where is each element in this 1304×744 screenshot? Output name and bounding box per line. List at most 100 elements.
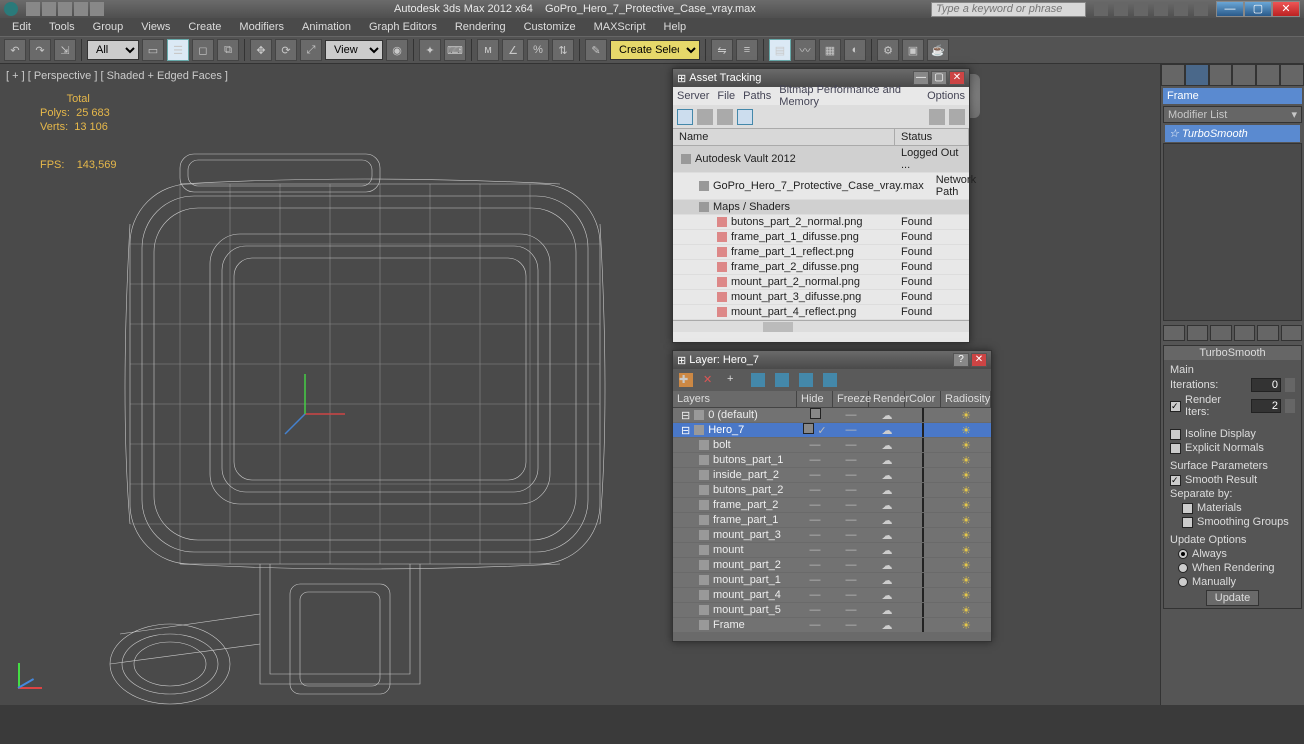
undo-button[interactable]: ↶ bbox=[4, 39, 26, 61]
command-panel-tabs[interactable] bbox=[1161, 64, 1304, 86]
asset-row[interactable]: frame_part_1_reflect.pngFound bbox=[673, 245, 969, 260]
layer-row[interactable]: mount_part_2——☁☀ bbox=[673, 558, 991, 573]
layer-row[interactable]: bolt——☁☀ bbox=[673, 438, 991, 453]
color-swatch[interactable] bbox=[922, 573, 924, 587]
render-iters-checkbox[interactable] bbox=[1170, 401, 1181, 412]
color-swatch[interactable] bbox=[922, 438, 924, 452]
render-setup-button[interactable]: ⚙ bbox=[877, 39, 899, 61]
color-swatch[interactable] bbox=[922, 603, 924, 617]
menu-animation[interactable]: Animation bbox=[294, 19, 359, 35]
color-swatch[interactable] bbox=[922, 483, 924, 497]
explicit-normals-checkbox[interactable] bbox=[1170, 443, 1181, 454]
color-swatch[interactable] bbox=[922, 423, 924, 437]
snap-toggle[interactable]: м bbox=[477, 39, 499, 61]
stack-tool-row[interactable] bbox=[1163, 325, 1302, 341]
minimize-button[interactable]: — bbox=[1216, 1, 1244, 17]
move-button[interactable]: ✥ bbox=[250, 39, 272, 61]
render-iters-spinner[interactable]: 2 bbox=[1251, 399, 1281, 413]
maximize-button[interactable]: ▢ bbox=[1244, 1, 1272, 17]
help-icon[interactable]: ? bbox=[953, 353, 969, 367]
edit-named-sel[interactable]: ✎ bbox=[585, 39, 607, 61]
layer-row[interactable]: butons_part_2——☁☀ bbox=[673, 483, 991, 498]
layer-manager-button[interactable]: ▤ bbox=[769, 39, 791, 61]
col-render[interactable]: Render bbox=[869, 391, 905, 407]
selection-filter[interactable]: All bbox=[87, 40, 139, 60]
at-menu-item[interactable]: Bitmap Performance and Memory bbox=[779, 84, 919, 108]
layer-row[interactable]: ⊟Hero_7 ✓—☁☀ bbox=[673, 423, 991, 438]
col-radiosity[interactable]: Radiosity bbox=[941, 391, 991, 407]
layer-row[interactable]: inside_part_2——☁☀ bbox=[673, 468, 991, 483]
rect-region-button[interactable]: ◻ bbox=[192, 39, 214, 61]
asset-row[interactable]: mount_part_3_difusse.pngFound bbox=[673, 290, 969, 305]
angle-snap[interactable]: ∠ bbox=[502, 39, 524, 61]
select-by-name-button[interactable]: ☰ bbox=[167, 39, 189, 61]
viewport-label[interactable]: [ + ] [ Perspective ] [ Shaded + Edged F… bbox=[6, 70, 228, 82]
asset-row[interactable]: mount_part_4_reflect.pngFound bbox=[673, 305, 969, 320]
window-crossing-button[interactable]: ⧉ bbox=[217, 39, 239, 61]
asset-row[interactable]: Maps / Shaders bbox=[673, 200, 969, 215]
redo-button[interactable]: ↷ bbox=[29, 39, 51, 61]
modifier-list-dropdown[interactable]: Modifier List▾ bbox=[1163, 106, 1302, 123]
help-search-input[interactable] bbox=[931, 2, 1086, 17]
update-always-radio[interactable] bbox=[1178, 549, 1188, 559]
pivot-center-button[interactable]: ◉ bbox=[386, 39, 408, 61]
at-menu-item[interactable]: File bbox=[717, 90, 735, 102]
curve-editor-button[interactable]: 〰 bbox=[794, 39, 816, 61]
color-swatch[interactable] bbox=[922, 453, 924, 467]
layer-row[interactable]: mount——☁☀ bbox=[673, 543, 991, 558]
menu-edit[interactable]: Edit bbox=[4, 19, 39, 35]
color-swatch[interactable] bbox=[922, 543, 924, 557]
menu-help[interactable]: Help bbox=[656, 19, 695, 35]
asset-toolbar[interactable] bbox=[673, 105, 969, 129]
asset-row[interactable]: GoPro_Hero_7_Protective_Case_vray.maxNet… bbox=[673, 173, 969, 200]
color-swatch[interactable] bbox=[922, 408, 924, 422]
color-swatch[interactable] bbox=[922, 588, 924, 602]
col-name[interactable]: Name bbox=[673, 129, 895, 145]
asset-row[interactable]: mount_part_2_normal.pngFound bbox=[673, 275, 969, 290]
menu-modifiers[interactable]: Modifiers bbox=[231, 19, 292, 35]
menu-group[interactable]: Group bbox=[85, 19, 132, 35]
materials-checkbox[interactable] bbox=[1182, 503, 1193, 514]
menu-rendering[interactable]: Rendering bbox=[447, 19, 514, 35]
update-button[interactable]: Update bbox=[1206, 590, 1259, 606]
scale-button[interactable]: ⤢ bbox=[300, 39, 322, 61]
color-swatch[interactable] bbox=[922, 498, 924, 512]
select-object-button[interactable]: ▭ bbox=[142, 39, 164, 61]
layer-row[interactable]: mount_part_5——☁☀ bbox=[673, 603, 991, 618]
render-frame-button[interactable]: ▣ bbox=[902, 39, 924, 61]
modifier-stack[interactable] bbox=[1163, 143, 1302, 321]
rollout-header[interactable]: TurboSmooth bbox=[1164, 346, 1301, 360]
qat-icons[interactable] bbox=[26, 2, 104, 16]
update-render-radio[interactable] bbox=[1178, 563, 1188, 573]
modifier-stack-item[interactable]: ☆ TurboSmooth bbox=[1165, 125, 1300, 142]
smoothing-groups-checkbox[interactable] bbox=[1182, 517, 1193, 528]
menu-create[interactable]: Create bbox=[180, 19, 229, 35]
percent-snap[interactable]: % bbox=[527, 39, 549, 61]
at-menu-item[interactable]: Server bbox=[677, 90, 709, 102]
spinner-snap[interactable]: ⇅ bbox=[552, 39, 574, 61]
iterations-spinner[interactable]: 0 bbox=[1251, 378, 1281, 392]
asset-row[interactable]: Autodesk Vault 2012Logged Out ... bbox=[673, 146, 969, 173]
maximize-icon[interactable]: ▢ bbox=[931, 71, 947, 85]
mirror-button[interactable]: ⇋ bbox=[711, 39, 733, 61]
expand-icon[interactable]: ⊟ bbox=[681, 424, 690, 437]
layer-toolbar[interactable]: ✚✕+ bbox=[673, 369, 991, 391]
layer-row[interactable]: mount_part_4——☁☀ bbox=[673, 588, 991, 603]
material-editor-button[interactable]: ◐ bbox=[844, 39, 866, 61]
update-manual-radio[interactable] bbox=[1178, 577, 1188, 587]
at-menu-item[interactable]: Paths bbox=[743, 90, 771, 102]
asset-row[interactable]: frame_part_2_difusse.pngFound bbox=[673, 260, 969, 275]
color-swatch[interactable] bbox=[922, 528, 924, 542]
layer-row[interactable]: frame_part_2——☁☀ bbox=[673, 498, 991, 513]
menu-customize[interactable]: Customize bbox=[516, 19, 584, 35]
horizontal-scrollbar[interactable] bbox=[673, 320, 969, 332]
close-icon[interactable]: ✕ bbox=[949, 71, 965, 85]
layer-row[interactable]: mount_part_1——☁☀ bbox=[673, 573, 991, 588]
asset-row[interactable]: frame_part_1_difusse.pngFound bbox=[673, 230, 969, 245]
align-button[interactable]: ≡ bbox=[736, 39, 758, 61]
render-button[interactable]: ☕ bbox=[927, 39, 949, 61]
smooth-result-checkbox[interactable] bbox=[1170, 475, 1181, 486]
layer-row[interactable]: frame_part_1——☁☀ bbox=[673, 513, 991, 528]
col-layers[interactable]: Layers bbox=[673, 391, 797, 407]
color-swatch[interactable] bbox=[922, 468, 924, 482]
